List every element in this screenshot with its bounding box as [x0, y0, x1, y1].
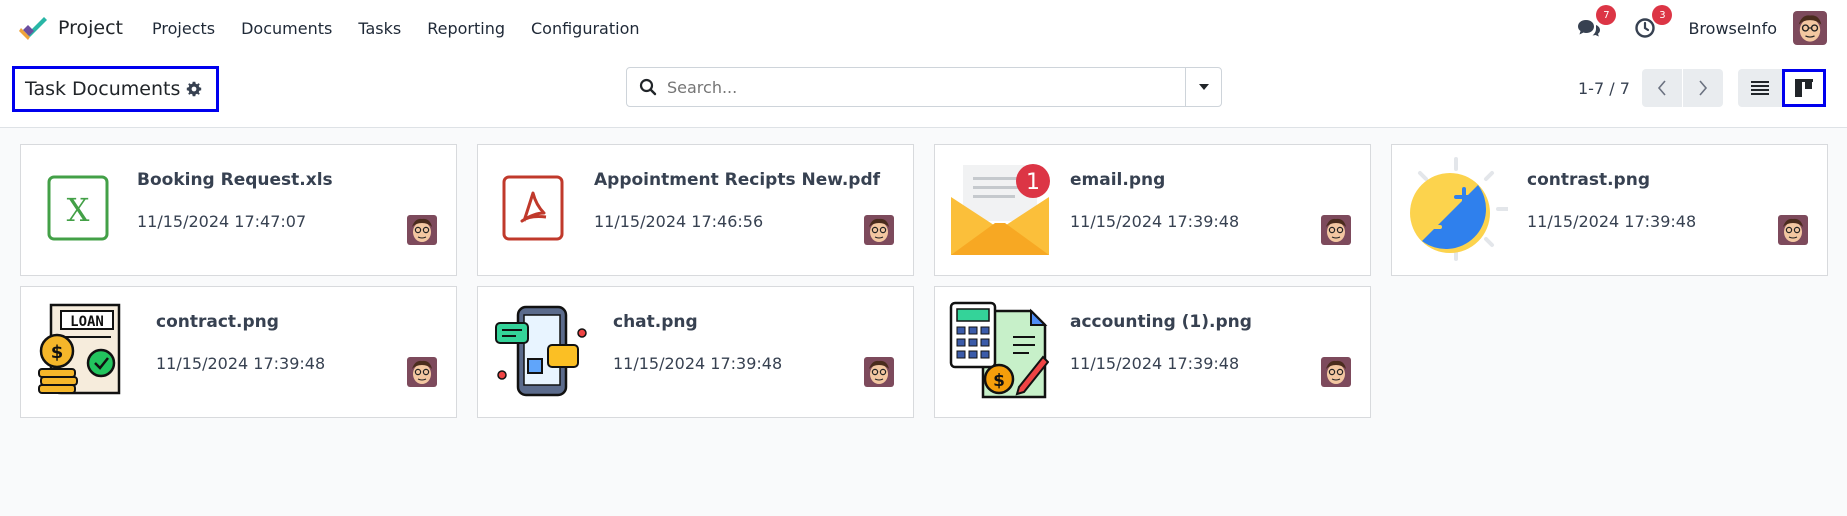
document-name: Booking Request.xls — [137, 170, 333, 190]
breadcrumb: Task Documents — [12, 66, 219, 112]
top-navbar: Project Projects Documents Tasks Reporti… — [0, 0, 1847, 56]
messages-button[interactable]: 7 — [1576, 5, 1617, 41]
avatar-face-icon — [1321, 215, 1351, 245]
contrast-icon — [1410, 157, 1508, 261]
control-panel: Task Documents 1-7 / 7 — [0, 56, 1847, 128]
pdf-file-icon — [502, 175, 564, 241]
document-name: contract.png — [156, 312, 279, 332]
document-card[interactable]: X Booking Request.xls 11/15/2024 17:47:0… — [20, 144, 457, 276]
avatar-face-icon — [1778, 215, 1808, 245]
avatar-face-icon — [864, 215, 894, 245]
activities-button[interactable]: 3 — [1632, 5, 1673, 41]
document-card[interactable]: chat.png 11/15/2024 17:39:48 — [477, 286, 914, 418]
svg-text:1: 1 — [1026, 170, 1040, 195]
main-menu: Projects Documents Tasks Reporting Confi… — [139, 19, 652, 38]
document-date: 11/15/2024 17:39:48 — [1527, 212, 1697, 231]
avatar-face-icon — [1321, 357, 1351, 387]
search-options-toggle[interactable] — [1185, 68, 1221, 106]
owner-avatar[interactable] — [864, 215, 894, 245]
page-title: Task Documents — [25, 78, 181, 100]
chat-phone-icon — [495, 305, 587, 397]
document-name: Appointment Recipts New.pdf — [594, 170, 881, 190]
view-switcher — [1738, 69, 1826, 107]
owner-avatar[interactable] — [407, 357, 437, 387]
gear-icon[interactable] — [186, 81, 202, 97]
document-date: 11/15/2024 17:46:56 — [594, 212, 764, 231]
document-date: 11/15/2024 17:39:48 — [613, 354, 783, 373]
app-name: Project — [58, 17, 124, 39]
app-brand[interactable]: Project — [18, 13, 123, 43]
pager-next-button[interactable] — [1682, 69, 1723, 107]
svg-text:$: $ — [51, 342, 64, 363]
activities-count-badge: 3 — [1652, 5, 1673, 25]
document-card[interactable]: 1 email.png 11/15/2024 17:39:48 — [934, 144, 1371, 276]
menu-reporting[interactable]: Reporting — [414, 19, 518, 38]
search-input[interactable] — [667, 77, 1185, 97]
svg-text:LOAN: LOAN — [70, 314, 104, 330]
list-view-button[interactable] — [1738, 69, 1782, 107]
owner-avatar[interactable] — [864, 357, 894, 387]
email-envelope-icon: 1 — [951, 164, 1050, 255]
document-card[interactable]: $ accounting (1).png 11/15/2024 17:39:48 — [934, 286, 1371, 418]
document-card[interactable]: Appointment Recipts New.pdf 11/15/2024 1… — [477, 144, 914, 276]
avatar-face-icon — [407, 357, 437, 387]
caret-down-icon — [1198, 84, 1209, 90]
owner-avatar[interactable] — [407, 215, 437, 245]
menu-documents[interactable]: Documents — [228, 19, 345, 38]
pager-previous-button[interactable] — [1641, 69, 1682, 107]
document-date: 11/15/2024 17:39:48 — [156, 354, 326, 373]
avatar-face-icon — [864, 357, 894, 387]
document-date: 11/15/2024 17:39:48 — [1070, 354, 1240, 373]
messages-count-badge: 7 — [1596, 5, 1617, 25]
pager: 1-7 / 7 — [1578, 69, 1723, 107]
list-view-icon — [1751, 81, 1769, 95]
accounting-icon: $ — [949, 301, 1049, 399]
document-date: 11/15/2024 17:47:07 — [137, 212, 307, 231]
document-name: chat.png — [613, 312, 698, 332]
user-name[interactable]: BrowseInfo — [1688, 19, 1777, 38]
chevron-left-icon — [1657, 80, 1666, 96]
avatar-face-icon — [407, 215, 437, 245]
chevron-right-icon — [1699, 80, 1707, 96]
document-date: 11/15/2024 17:39:48 — [1070, 212, 1240, 231]
owner-avatar[interactable] — [1321, 215, 1351, 245]
document-card[interactable]: LOAN $ contract.png 11/15/2024 17:39:48 — [20, 286, 457, 418]
owner-avatar[interactable] — [1321, 357, 1351, 387]
kanban-view-button[interactable] — [1782, 69, 1826, 107]
avatar-face-icon — [1793, 11, 1827, 45]
search-bar — [626, 67, 1222, 107]
document-card[interactable]: contrast.png 11/15/2024 17:39:48 — [1391, 144, 1828, 276]
excel-file-icon: X — [47, 175, 109, 241]
systray: 7 3 BrowseInfo — [1576, 0, 1827, 56]
menu-projects[interactable]: Projects — [139, 19, 228, 38]
document-name: contrast.png — [1527, 170, 1650, 190]
search-icon — [639, 78, 657, 96]
svg-text:X: X — [67, 191, 90, 229]
owner-avatar[interactable] — [1778, 215, 1808, 245]
document-name: accounting (1).png — [1070, 312, 1252, 332]
menu-tasks[interactable]: Tasks — [345, 19, 414, 38]
kanban-view-icon — [1795, 79, 1813, 97]
pager-value[interactable]: 1-7 / 7 — [1578, 79, 1630, 98]
svg-text:$: $ — [993, 371, 1005, 391]
loan-contract-icon: LOAN $ — [38, 303, 121, 395]
user-avatar[interactable] — [1793, 11, 1827, 45]
menu-configuration[interactable]: Configuration — [518, 19, 653, 38]
document-name: email.png — [1070, 170, 1166, 190]
project-app-icon — [19, 17, 47, 40]
